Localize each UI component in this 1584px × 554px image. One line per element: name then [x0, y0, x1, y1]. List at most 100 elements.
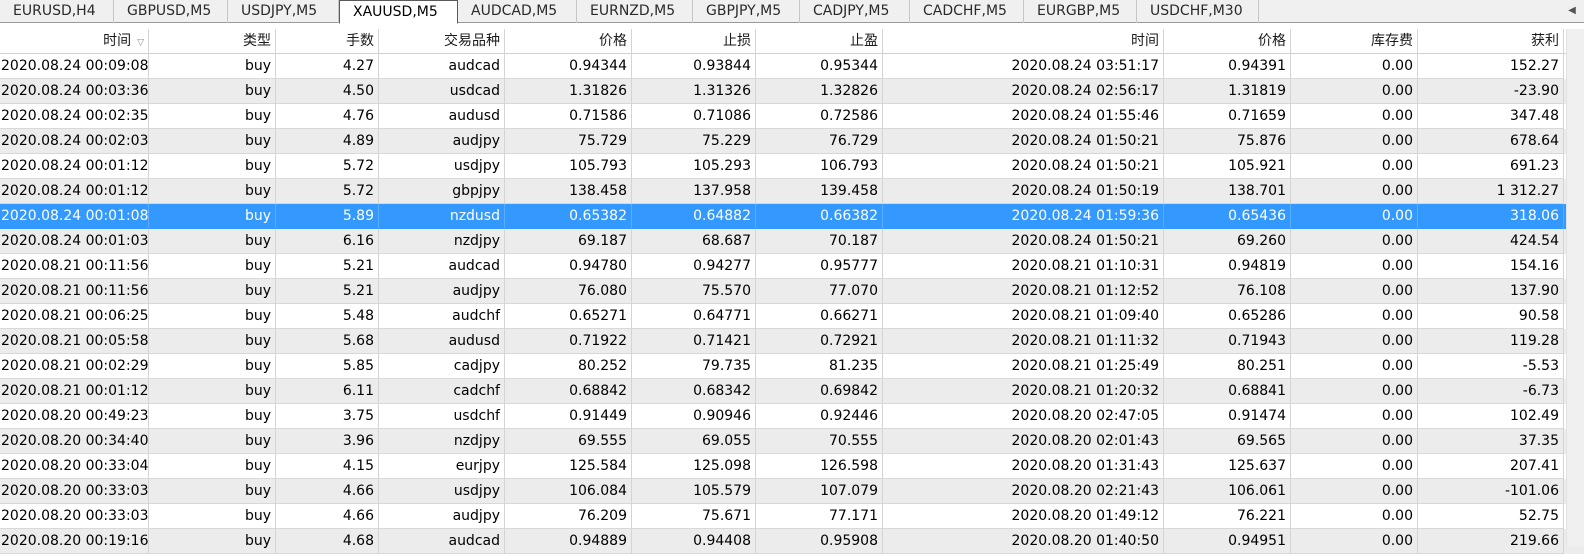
tab-cadjpy-m5[interactable]: CADJPY,M5	[800, 0, 910, 23]
open-time-cell: 2020.08.21 00:02:29	[0, 354, 149, 379]
profit-cell: -23.90	[1418, 79, 1564, 104]
close-price-cell: 0.68841	[1164, 379, 1291, 404]
profit-cell: 219.66	[1418, 529, 1564, 554]
column-header-open-price[interactable]: 价格	[505, 29, 632, 54]
tab-cadchf-m5[interactable]: CADCHF,M5	[910, 0, 1024, 23]
column-header-take-profit[interactable]: 止盈	[756, 29, 883, 54]
stop-loss-cell: 0.94277	[632, 254, 756, 279]
tab-eurgbp-m5[interactable]: EURGBP,M5	[1024, 0, 1137, 23]
column-header-stop-loss[interactable]: 止损	[632, 29, 756, 54]
tab-gbpusd-m5[interactable]: GBPUSD,M5	[114, 0, 228, 23]
table-row[interactable]: 2020.08.24 00:01:03 buy 6.16 nzdjpy 69.187 68…	[0, 229, 1584, 254]
open-time-cell: 2020.08.24 00:02:35	[0, 104, 149, 129]
volume-cell: 6.11	[276, 379, 379, 404]
open-price-cell: 106.084	[505, 479, 632, 504]
close-price-cell: 0.91474	[1164, 404, 1291, 429]
close-time-cell: 2020.08.20 01:40:50	[883, 529, 1164, 554]
table-row[interactable]: 2020.08.21 00:01:12 buy 6.11 cadchf 0.68842 0…	[0, 379, 1584, 404]
close-price-cell: 106.061	[1164, 479, 1291, 504]
symbol-cell: audjpy	[379, 504, 505, 529]
table-row[interactable]: 2020.08.20 00:33:04 buy 4.15 eurjpy 125.584 1…	[0, 454, 1584, 479]
table-row[interactable]: 2020.08.20 00:33:03 buy 4.66 audjpy 76.209 75…	[0, 504, 1584, 529]
column-header-swap[interactable]: 库存费	[1291, 29, 1418, 54]
table-row[interactable]: 2020.08.24 00:02:35 buy 4.76 audusd 0.71586 0…	[0, 104, 1584, 129]
close-time-cell: 2020.08.24 01:50:21	[883, 129, 1164, 154]
table-row[interactable]: 2020.08.21 00:11:56 buy 5.21 audcad 0.94780 0…	[0, 254, 1584, 279]
stop-loss-cell: 75.229	[632, 129, 756, 154]
tab-scroll-left-icon[interactable]: ◀	[1566, 0, 1578, 22]
swap-cell: 0.00	[1291, 479, 1418, 504]
close-price-cell: 105.921	[1164, 154, 1291, 179]
table-row[interactable]: 2020.08.20 00:33:03 buy 4.66 usdjpy 106.084 1…	[0, 479, 1584, 504]
volume-cell: 3.96	[276, 429, 379, 454]
column-header-close-time[interactable]: 时间	[883, 29, 1164, 54]
type-cell: buy	[149, 304, 276, 329]
open-time-cell: 2020.08.24 00:01:12	[0, 154, 149, 179]
swap-cell: 0.00	[1291, 354, 1418, 379]
open-time-cell: 2020.08.20 00:34:40	[0, 429, 149, 454]
close-time-cell: 2020.08.24 01:50:19	[883, 179, 1164, 204]
type-cell: buy	[149, 179, 276, 204]
table-row[interactable]: 2020.08.24 00:01:12 buy 5.72 gbpjpy 138.458 1…	[0, 179, 1584, 204]
table-row[interactable]: 2020.08.20 00:19:16 buy 4.68 audcad 0.94889 0…	[0, 529, 1584, 554]
symbol-cell: usdjpy	[379, 479, 505, 504]
type-cell: buy	[149, 79, 276, 104]
stop-loss-cell: 125.098	[632, 454, 756, 479]
tab-eurusd-h4[interactable]: EURUSD,H4	[0, 0, 114, 23]
table-row[interactable]: 2020.08.24 00:03:36 buy 4.50 usdcad 1.31826 1…	[0, 79, 1584, 104]
take-profit-cell: 77.171	[756, 504, 883, 529]
column-header-volume[interactable]: 手数	[276, 29, 379, 54]
column-header-type[interactable]: 类型	[149, 29, 276, 54]
profit-cell: 347.48	[1418, 104, 1564, 129]
volume-cell: 4.15	[276, 454, 379, 479]
table-row[interactable]: 2020.08.24 00:01:08 buy 5.89 nzdusd 0.65382 0…	[0, 204, 1584, 229]
close-time-cell: 2020.08.21 01:10:31	[883, 254, 1164, 279]
profit-cell: 318.06	[1418, 204, 1564, 229]
close-time-cell: 2020.08.24 03:51:17	[883, 54, 1164, 79]
type-cell: buy	[149, 429, 276, 454]
swap-cell: 0.00	[1291, 154, 1418, 179]
open-price-cell: 105.793	[505, 154, 632, 179]
table-row[interactable]: 2020.08.24 00:02:03 buy 4.89 audjpy 75.729 75…	[0, 129, 1584, 154]
open-time-cell: 2020.08.20 00:19:16	[0, 529, 149, 554]
column-header-profit[interactable]: 获利	[1418, 29, 1564, 54]
table-row[interactable]: 2020.08.21 00:11:56 buy 5.21 audjpy 76.080 75…	[0, 279, 1584, 304]
tab-usdchf-m30[interactable]: USDCHF,M30	[1137, 0, 1259, 23]
table-row[interactable]: 2020.08.20 00:34:40 buy 3.96 nzdjpy 69.555 69…	[0, 429, 1584, 454]
stop-loss-cell: 0.94408	[632, 529, 756, 554]
column-header-symbol[interactable]: 交易品种	[379, 29, 505, 54]
tab-audcad-m5[interactable]: AUDCAD,M5	[458, 0, 577, 23]
volume-cell: 5.48	[276, 304, 379, 329]
type-cell: buy	[149, 104, 276, 129]
take-profit-cell: 0.95908	[756, 529, 883, 554]
close-price-cell: 1.31819	[1164, 79, 1291, 104]
close-time-cell: 2020.08.20 01:49:12	[883, 504, 1164, 529]
volume-cell: 4.50	[276, 79, 379, 104]
symbol-cell: cadjpy	[379, 354, 505, 379]
vertical-scrollbar[interactable]	[1566, 29, 1584, 546]
open-time-cell: 2020.08.21 00:01:12	[0, 379, 149, 404]
close-price-cell: 125.637	[1164, 454, 1291, 479]
table-row[interactable]: 2020.08.21 00:05:58 buy 5.68 audusd 0.71922 0…	[0, 329, 1584, 354]
profit-cell: 152.27	[1418, 54, 1564, 79]
table-row[interactable]: 2020.08.21 00:06:25 buy 5.48 audchf 0.65271 0…	[0, 304, 1584, 329]
take-profit-cell: 0.66382	[756, 204, 883, 229]
profit-cell: -5.53	[1418, 354, 1564, 379]
volume-cell: 4.89	[276, 129, 379, 154]
table-row[interactable]: 2020.08.24 00:09:08 buy 4.27 audcad 0.94344 0…	[0, 54, 1584, 79]
tab-usdjpy-m5[interactable]: USDJPY,M5	[228, 0, 339, 23]
column-header-open-time[interactable]: 时间 ▽	[0, 29, 149, 54]
profit-cell: 207.41	[1418, 454, 1564, 479]
swap-cell: 0.00	[1291, 79, 1418, 104]
symbol-cell: nzdjpy	[379, 229, 505, 254]
type-cell: buy	[149, 379, 276, 404]
table-row[interactable]: 2020.08.21 00:02:29 buy 5.85 cadjpy 80.252 79…	[0, 354, 1584, 379]
table-row[interactable]: 2020.08.24 00:01:12 buy 5.72 usdjpy 105.793 1…	[0, 154, 1584, 179]
take-profit-cell: 0.66271	[756, 304, 883, 329]
tab-eurnzd-m5[interactable]: EURNZD,M5	[577, 0, 693, 23]
type-cell: buy	[149, 454, 276, 479]
column-header-close-price[interactable]: 价格	[1164, 29, 1291, 54]
tab-gbpjpy-m5[interactable]: GBPJPY,M5	[693, 0, 800, 23]
table-row[interactable]: 2020.08.20 00:49:23 buy 3.75 usdchf 0.91449 0…	[0, 404, 1584, 429]
tab-xauusd-m5[interactable]: XAUUSD,M5	[339, 0, 458, 24]
